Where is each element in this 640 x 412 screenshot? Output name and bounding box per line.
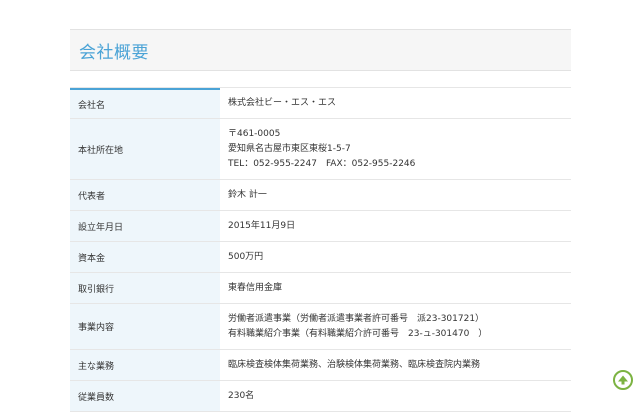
row-value: 臨床検査検体集荷業務、治験検体集荷業務、臨床検査院内業務 bbox=[220, 350, 571, 380]
phone-fax: TEL：052-955-2247 FAX：052-955-2246 bbox=[228, 158, 416, 169]
company-info-table: 会社名 株式会社ビー・エス・エス 本社所在地 〒461-0005 愛知県名古屋市… bbox=[70, 87, 571, 412]
row-value: 500万円 bbox=[220, 242, 571, 272]
row-value: 株式会社ビー・エス・エス bbox=[220, 88, 571, 118]
row-value: 〒461-0005 愛知県名古屋市東区東桜1-5-7 TEL：052-955-2… bbox=[220, 119, 571, 179]
row-value: 東春信用金庫 bbox=[220, 273, 571, 303]
row-label: 主な業務 bbox=[70, 350, 220, 380]
main-services: 臨床検査検体集荷業務、治験検体集荷業務、臨床検査院内業務 bbox=[228, 359, 481, 370]
section-heading: 会社概要 bbox=[70, 29, 571, 71]
table-row: 主な業務 臨床検査検体集荷業務、治験検体集荷業務、臨床検査院内業務 bbox=[70, 350, 571, 381]
table-row: 取引銀行 東春信用金庫 bbox=[70, 273, 571, 304]
row-value: 2015年11月9日 bbox=[220, 211, 571, 241]
company-name: 株式会社ビー・エス・エス bbox=[228, 97, 337, 108]
table-row: 事業内容 労働者派遣事業（労働者派遣事業者許可番号 派23-301721） 有料… bbox=[70, 304, 571, 350]
row-label: 資本金 bbox=[70, 242, 220, 272]
table-row: 従業員数 230名 bbox=[70, 381, 571, 412]
table-row: 本社所在地 〒461-0005 愛知県名古屋市東区東桜1-5-7 TEL：052… bbox=[70, 119, 571, 180]
row-value: 労働者派遣事業（労働者派遣事業者許可番号 派23-301721） 有料職業紹介事… bbox=[220, 304, 571, 349]
capital: 500万円 bbox=[228, 251, 264, 262]
business-line: 労働者派遣事業（労働者派遣事業者許可番号 派23-301721） bbox=[228, 313, 485, 324]
postal-code: 〒461-0005 bbox=[228, 128, 281, 139]
row-label: 事業内容 bbox=[70, 304, 220, 349]
table-row: 会社名 株式会社ビー・エス・エス bbox=[70, 87, 571, 119]
established-date: 2015年11月9日 bbox=[228, 220, 296, 231]
representative: 鈴木 計一 bbox=[228, 189, 267, 200]
company-overview-section: 会社概要 会社名 株式会社ビー・エス・エス 本社所在地 〒461-0005 愛知… bbox=[70, 29, 571, 412]
row-value: 鈴木 計一 bbox=[220, 180, 571, 210]
row-value: 230名 bbox=[220, 381, 571, 411]
address: 愛知県名古屋市東区東桜1-5-7 bbox=[228, 143, 351, 154]
row-label: 設立年月日 bbox=[70, 211, 220, 241]
table-row: 資本金 500万円 bbox=[70, 242, 571, 273]
row-label: 代表者 bbox=[70, 180, 220, 210]
row-label: 従業員数 bbox=[70, 381, 220, 411]
arrow-up-circle-icon bbox=[618, 375, 628, 385]
business-line: 有料職業紹介事業（有料職業紹介許可番号 23-ュ-301470 ） bbox=[228, 328, 488, 339]
row-label: 取引銀行 bbox=[70, 273, 220, 303]
scroll-to-top-button[interactable] bbox=[613, 370, 633, 390]
employee-count: 230名 bbox=[228, 390, 255, 401]
section-title: 会社概要 bbox=[79, 42, 149, 63]
table-row: 代表者 鈴木 計一 bbox=[70, 180, 571, 211]
row-label: 会社名 bbox=[70, 88, 220, 118]
table-row: 設立年月日 2015年11月9日 bbox=[70, 211, 571, 242]
row-label: 本社所在地 bbox=[70, 119, 220, 179]
bank: 東春信用金庫 bbox=[228, 282, 283, 293]
